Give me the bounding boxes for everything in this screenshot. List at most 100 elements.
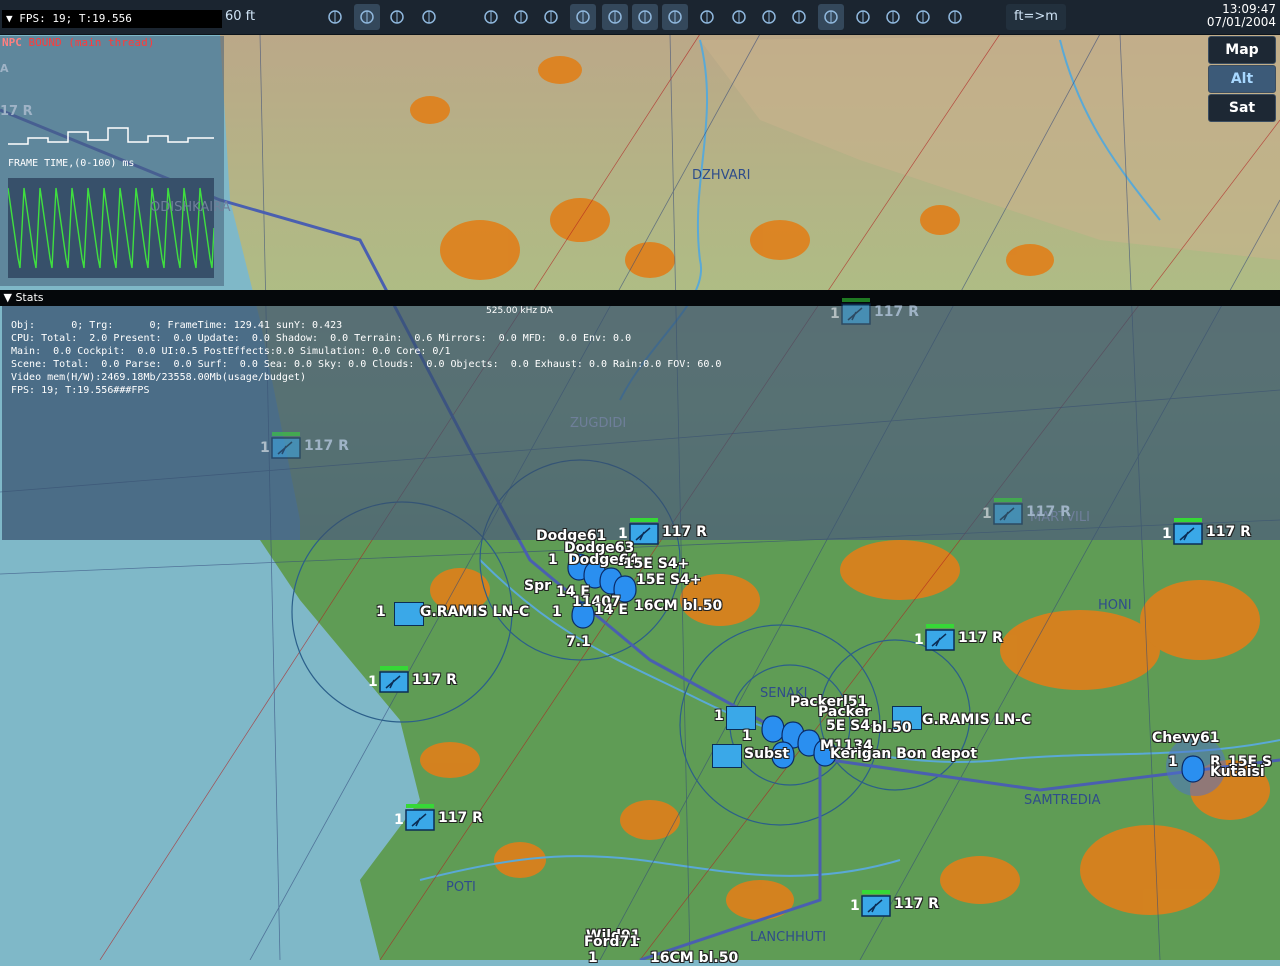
map-type-sat-button[interactable]: Sat	[1208, 94, 1276, 122]
unit-label: 117 R	[874, 304, 919, 320]
network-icon[interactable]	[508, 4, 534, 30]
sam-site-icon	[1173, 518, 1203, 545]
units-toggle-button[interactable]: ft=>m	[1006, 4, 1066, 30]
friendly-aircraft-icon[interactable]	[1180, 754, 1206, 784]
unit-callsign-label: 1	[1168, 754, 1178, 770]
place-label: SAMTREDIA	[1024, 793, 1101, 808]
pen-icon[interactable]	[942, 4, 968, 30]
npc-debug-text: NPC BOUND (main thread)	[2, 36, 154, 49]
place-label: LANCHHUTI	[750, 930, 827, 945]
zoom-out-icon[interactable]	[786, 4, 812, 30]
unit-callsign-label: 14 E	[594, 602, 628, 618]
unit-callsign-label: 1	[552, 604, 562, 620]
pointer-icon[interactable]	[322, 4, 348, 30]
unit-label: 117 R	[304, 438, 349, 454]
sam-site-icon	[271, 432, 301, 459]
fps-readout: ▼ FPS: 19; T:19.556	[2, 10, 222, 28]
nav-frequency-label: 525.00 kHz DA	[486, 306, 553, 316]
unit-callsign-label: 1	[588, 950, 598, 966]
unit-label: 117 R	[1026, 504, 1071, 520]
wifi-icon[interactable]	[570, 4, 596, 30]
sam-site-icon	[993, 498, 1023, 525]
stats-header[interactable]: ▼ Stats	[0, 290, 1280, 306]
ruler-icon[interactable]	[354, 4, 380, 30]
frame-time-panel: FRAME TIME,(0-100) ms	[0, 36, 224, 286]
zoom-fit-icon[interactable]	[818, 4, 844, 30]
unit-callsign-label: Kutaisi	[1210, 764, 1265, 780]
sam-site-icon	[925, 624, 955, 651]
sam-site-icon	[841, 298, 871, 325]
unit-callsign-label: Kerigan Bon depot	[830, 746, 978, 762]
stats-title: Stats	[15, 291, 44, 304]
unit-count: 1	[982, 506, 992, 522]
unit-callsign-label: G.RAMIS LN-C	[420, 604, 530, 620]
edge-label: A	[0, 62, 9, 75]
unit-callsign-label: 16CM bl.50	[634, 598, 723, 614]
unit-callsign-label: Spr	[524, 578, 552, 594]
unit-callsign-label: 15E S4+	[636, 572, 702, 588]
map-type-map-button[interactable]: Map	[1208, 36, 1276, 64]
radar-a-icon[interactable]	[632, 4, 658, 30]
unit-callsign-label: 7.1	[566, 634, 591, 650]
place-label: POTI	[446, 880, 476, 895]
scale-readout: 60 ft	[225, 9, 256, 24]
unit-callsign-label: 1	[714, 708, 724, 724]
ship-icon[interactable]	[478, 4, 504, 30]
sam-site-icon	[861, 890, 891, 917]
unit-callsign-label: 1	[376, 604, 386, 620]
unit-count: 1	[914, 632, 924, 648]
target-icon[interactable]	[850, 4, 876, 30]
unit-label: 117 R	[894, 896, 939, 912]
zoom-in-icon[interactable]	[756, 4, 782, 30]
unit-count: 1	[368, 674, 378, 690]
place-label: HONI	[1098, 598, 1132, 613]
frame-time-label: FRAME TIME,(0-100) ms	[8, 158, 135, 169]
unit-label: 117 R	[438, 810, 483, 826]
unit-callsign-label: -15E S4+	[618, 556, 690, 572]
ground-unit-icon[interactable]	[726, 706, 756, 730]
sam-site-icon	[379, 666, 409, 693]
unit-callsign-label: bl.50	[872, 720, 912, 736]
unit-callsign-label: 1	[548, 552, 558, 568]
globe-icon[interactable]	[880, 4, 906, 30]
place-label: ODISHKAIRA	[150, 200, 231, 215]
unit-callsign-label: Ford71	[584, 934, 640, 950]
unit-callsign-label: 16CM bl.50	[650, 950, 739, 966]
clock: 13:09:47 07/01/2004	[1207, 3, 1276, 29]
unit-count: 1	[1162, 526, 1172, 542]
grid-icon[interactable]	[910, 4, 936, 30]
sam-site-icon	[405, 804, 435, 831]
crosshair-icon[interactable]	[538, 4, 564, 30]
edge-unit-label: 17 R	[0, 104, 33, 119]
fps-readout-text: FPS: 19; T:19.556	[19, 12, 132, 25]
fps-graph	[8, 127, 214, 145]
npc-label: NPC	[2, 36, 22, 49]
unit-count: 1	[260, 440, 270, 456]
ground-unit-icon[interactable]	[712, 744, 742, 768]
stats-panel: Obj: 0; Trg: 0; FrameTime: 129.41 sunY: …	[2, 306, 1280, 540]
unit-label: 117 R	[958, 630, 1003, 646]
route-icon[interactable]	[416, 4, 442, 30]
place-label: ZUGDIDI	[570, 416, 627, 431]
radar-c-icon[interactable]	[694, 4, 720, 30]
unit-callsign-label: Chevy61	[1152, 730, 1220, 746]
unit-callsign-label: G.RAMIS LN-C	[922, 712, 1032, 728]
unit-label: 117 R	[662, 524, 707, 540]
unit-count: 1	[830, 306, 840, 322]
radar-b-icon[interactable]	[662, 4, 688, 30]
unit-count: 1	[850, 898, 860, 914]
split-icon[interactable]	[726, 4, 752, 30]
unit-count: 1	[394, 812, 404, 828]
stats-text: Obj: 0; Trg: 0; FrameTime: 129.41 sunY: …	[11, 320, 722, 396]
unit-callsign-label: 1	[742, 728, 752, 744]
bound-label: BOUND (main thread)	[28, 36, 155, 49]
frame-time-graph	[8, 178, 214, 278]
unit-callsign-label: Subst	[744, 746, 790, 762]
unit-label: 117 R	[1206, 524, 1251, 540]
unit-label: 117 R	[412, 672, 457, 688]
tower-icon[interactable]	[602, 4, 628, 30]
clock-date: 07/01/2004	[1206, 15, 1276, 29]
map-type-alt-button[interactable]: Alt	[1208, 65, 1276, 93]
top-toolbar: ▼ FPS: 19; T:19.556 60 ft ft=>m 13:09:47…	[0, 0, 1280, 35]
circle-icon[interactable]	[384, 4, 410, 30]
